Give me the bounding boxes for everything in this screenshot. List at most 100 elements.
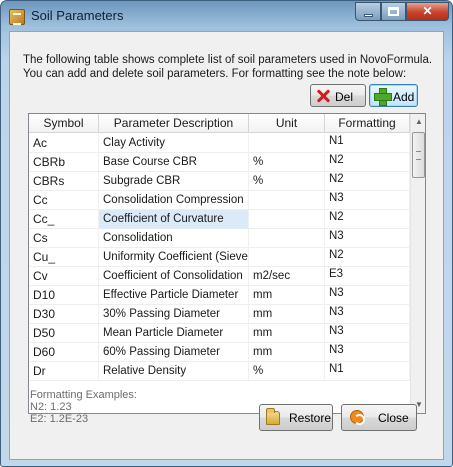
cell-formatting[interactable]: N1 [325,134,410,153]
table-row[interactable]: D10 Effective Particle Diameter mm N3 [29,286,410,305]
cell-unit[interactable] [249,191,325,210]
cell-symbol[interactable]: CBRs [29,172,99,191]
cell-description[interactable]: Subgrade CBR [99,172,249,191]
cell-unit[interactable]: mm [249,343,325,362]
cell-unit[interactable]: % [249,153,325,172]
window-title: Soil Parameters [31,8,124,23]
cell-symbol[interactable]: Dr [29,362,99,381]
dialog-client-area: The following table shows complete list … [9,31,444,460]
cell-symbol[interactable]: Cu_ [29,248,99,267]
cell-symbol[interactable]: D50 [29,324,99,343]
cell-description[interactable]: Mean Particle Diameter [99,324,249,343]
table-row[interactable]: D60 60% Passing Diameter mm N3 [29,343,410,362]
cell-description[interactable]: Clay Activity [99,134,249,153]
cell-formatting[interactable]: N3 [325,324,410,343]
add-button[interactable]: Add [369,84,418,107]
soil-parameters-window: Soil Parameters ✕ The following table sh… [0,0,453,467]
restore-button-label: Restore [289,411,332,425]
table-row[interactable]: Cc Consolidation Compression N3 [29,191,410,210]
cell-description[interactable]: 60% Passing Diameter [99,343,249,362]
close-button-label: Close [378,411,409,425]
cell-symbol[interactable]: D10 [29,286,99,305]
minimize-button[interactable] [355,2,381,21]
cell-formatting[interactable]: N3 [325,286,410,305]
column-header-unit[interactable]: Unit [249,114,325,133]
delete-button-label: Del [335,90,354,104]
table-row[interactable]: Dr Relative Density % N1 [29,362,410,381]
cell-unit[interactable]: m2/sec [249,267,325,286]
cell-description[interactable]: Uniformity Coefficient (Sieve [99,248,249,267]
cell-formatting[interactable]: N1 [325,362,410,381]
cell-unit[interactable] [249,134,325,153]
vertical-scrollbar[interactable]: ▲ ▼ [410,114,425,413]
table-header: Symbol Parameter Description Unit Format… [29,114,410,133]
cell-symbol[interactable]: Cc_ [29,210,99,229]
cell-unit[interactable]: % [249,362,325,381]
cell-description[interactable]: Coefficient of Consolidation [99,267,249,286]
table-row[interactable]: D30 30% Passing Diameter mm N3 [29,305,410,324]
table-row[interactable]: Cc_ Coefficient of Curvature N2 [29,210,410,229]
cell-formatting[interactable]: N2 [325,153,410,172]
cell-formatting[interactable]: N3 [325,229,410,248]
scrollbar-thumb[interactable] [412,132,425,178]
cell-unit[interactable]: mm [249,324,325,343]
cell-symbol[interactable]: Ac [29,134,99,153]
cell-symbol[interactable]: Cs [29,229,99,248]
cell-symbol[interactable]: D60 [29,343,99,362]
table-row[interactable]: CBRb Base Course CBR % N2 [29,153,410,172]
column-header-symbol[interactable]: Symbol [29,114,99,133]
cell-unit[interactable]: % [249,172,325,191]
cell-unit[interactable] [249,248,325,267]
maximize-icon [388,7,399,16]
table-row[interactable]: Cv Coefficient of Consolidation m2/sec E… [29,267,410,286]
cell-symbol[interactable]: CBRb [29,153,99,172]
restore-button[interactable]: Restore [259,404,333,431]
column-header-description[interactable]: Parameter Description [99,114,249,133]
cell-description[interactable]: Consolidation Compression [99,191,249,210]
cell-formatting[interactable]: N2 [325,210,410,229]
cell-unit[interactable]: mm [249,286,325,305]
cell-description[interactable]: Base Course CBR [99,153,249,172]
close-button[interactable]: Close [341,404,417,431]
app-icon [9,9,25,25]
column-header-formatting[interactable]: Formatting [325,114,410,133]
folder-icon [266,408,280,425]
cell-formatting[interactable]: N2 [325,248,410,267]
intro-text: The following table shows complete list … [23,54,433,80]
cell-unit[interactable] [249,210,325,229]
cell-formatting[interactable]: E3 [325,267,410,286]
soil-parameters-table[interactable]: Symbol Parameter Description Unit Format… [28,113,426,414]
formatting-examples-title: Formatting Examples: [30,389,137,401]
table-row[interactable]: Cu_ Uniformity Coefficient (Sieve N2 [29,248,410,267]
add-button-label: Add [393,90,415,104]
close-window-button[interactable]: ✕ [406,2,449,21]
table-row[interactable]: CBRs Subgrade CBR % N2 [29,172,410,191]
cell-unit[interactable] [249,229,325,248]
cell-symbol[interactable]: Cc [29,191,99,210]
delete-button[interactable]: Del [310,84,366,107]
scroll-up-arrow-icon[interactable]: ▲ [411,114,425,130]
cell-formatting[interactable]: N3 [325,191,410,210]
formatting-example-n2: N2: 1.23 [30,401,72,413]
cell-description-selected[interactable]: Coefficient of Curvature [99,210,249,229]
maximize-button[interactable] [381,2,406,21]
cell-description[interactable]: Relative Density [99,362,249,381]
table-row[interactable]: Cs Consolidation N3 [29,229,410,248]
cell-description[interactable]: Effective Particle Diameter [99,286,249,305]
undo-icon [350,410,365,425]
cell-description[interactable]: Consolidation [99,229,249,248]
table-row[interactable]: Ac Clay Activity N1 [29,134,410,153]
cell-formatting[interactable]: N2 [325,172,410,191]
title-bar[interactable]: Soil Parameters ✕ [1,1,452,31]
cell-formatting[interactable]: N3 [325,305,410,324]
table-row[interactable]: D50 Mean Particle Diameter mm N3 [29,324,410,343]
delete-icon [316,89,330,103]
cell-unit[interactable]: mm [249,305,325,324]
cell-formatting[interactable]: N3 [325,343,410,362]
cell-symbol[interactable]: D30 [29,305,99,324]
table-body: Ac Clay Activity N1 CBRb Base Course CBR… [29,134,410,381]
minimize-icon [363,14,373,17]
add-icon [374,88,392,106]
cell-description[interactable]: 30% Passing Diameter [99,305,249,324]
cell-symbol[interactable]: Cv [29,267,99,286]
